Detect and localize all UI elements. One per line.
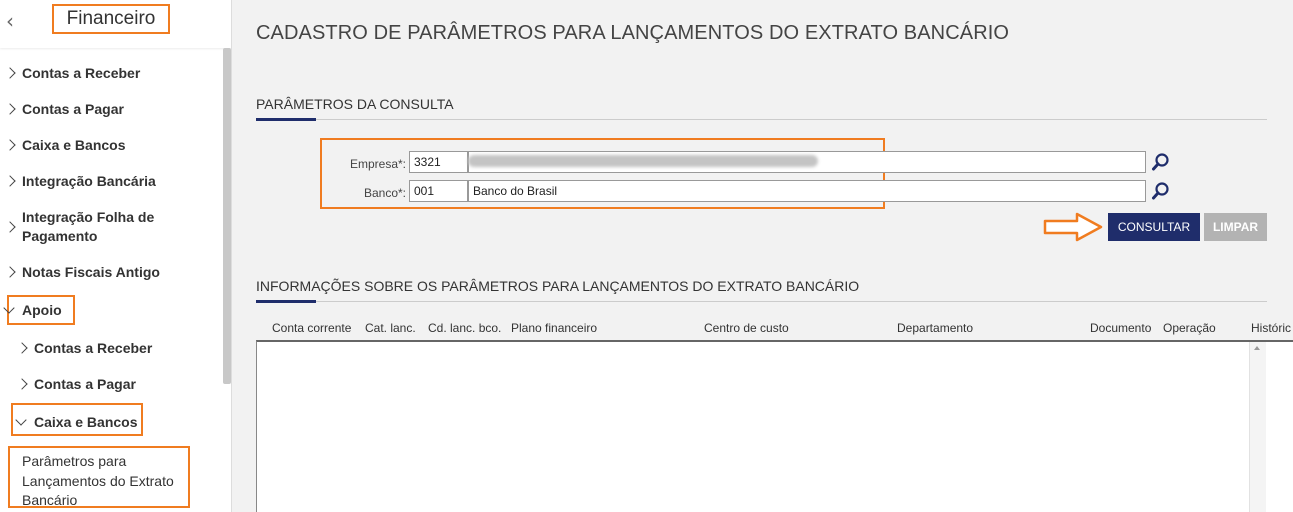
sidebar-item-label: Contas a Pagar	[22, 101, 124, 117]
scroll-up-icon[interactable]	[1254, 346, 1260, 350]
section-divider	[256, 301, 1267, 302]
consultar-button[interactable]: CONSULTAR	[1108, 213, 1200, 241]
redacted-company-name	[468, 155, 818, 167]
column-header-cat-lanc[interactable]: Cat. lanc.	[365, 321, 416, 335]
sidebar-item-label: Apoio	[22, 302, 62, 318]
chevron-left-icon[interactable]: ‹	[6, 10, 22, 32]
column-header-plano-financeiro[interactable]: Plano financeiro	[511, 321, 597, 335]
sidebar: ‹ Financeiro Contas a Receber Contas a P…	[0, 0, 232, 512]
section-title-query: PARÂMETROS DA CONSULTA	[256, 96, 454, 112]
sidebar-item-label: Notas Fiscais Antigo	[22, 264, 160, 280]
column-header-conta-corrente[interactable]: Conta corrente	[272, 321, 351, 335]
arrow-annotation-icon	[1043, 212, 1103, 242]
column-header-centro-de-custo[interactable]: Centro de custo	[704, 321, 789, 335]
banco-label: Banco*:	[363, 186, 406, 200]
section-title-info: INFORMAÇÕES SOBRE OS PARÂMETROS PARA LAN…	[256, 278, 860, 294]
sidebar-leaf-parametros-extrato[interactable]: Parâmetros para Lançamentos do Extrato B…	[22, 452, 182, 511]
page-title: CADASTRO DE PARÂMETROS PARA LANÇAMENTOS …	[256, 22, 1010, 44]
empresa-code-input[interactable]: 3321	[409, 151, 468, 173]
section-divider	[256, 119, 1267, 120]
sidebar-header: ‹ Financeiro	[0, 0, 231, 48]
section-accent	[256, 300, 316, 303]
sidebar-title: Financeiro	[52, 4, 170, 34]
sidebar-item-label: Integração Bancária	[22, 173, 156, 189]
limpar-button[interactable]: LIMPAR	[1204, 213, 1267, 241]
column-header-historico[interactable]: Históric	[1251, 321, 1291, 335]
empresa-label: Empresa*:	[349, 157, 406, 171]
grid-scrollbar[interactable]	[1249, 342, 1266, 512]
column-header-operacao[interactable]: Operação	[1163, 321, 1216, 335]
section-accent	[256, 118, 316, 121]
sidebar-item-label: Caixa e Bancos	[34, 414, 138, 430]
column-header-departamento[interactable]: Departamento	[897, 321, 973, 335]
sidebar-item-label: Contas a Receber	[22, 65, 141, 81]
sidebar-item-label: Contas a Pagar	[34, 376, 136, 392]
results-grid	[256, 340, 1293, 512]
sidebar-item-label: Contas a Receber	[34, 340, 153, 356]
sidebar-item-integracao-folha[interactable]: Integração Folha de Pagamento	[6, 208, 206, 248]
search-icon[interactable]	[1150, 151, 1172, 173]
sidebar-item-label: Integração Folha de Pagamento	[22, 209, 155, 244]
search-icon[interactable]	[1150, 180, 1172, 202]
banco-name-input[interactable]: Banco do Brasil	[468, 180, 1146, 202]
column-header-documento[interactable]: Documento	[1090, 321, 1151, 335]
sidebar-item-label: Caixa e Bancos	[22, 137, 126, 153]
sidebar-scrollbar[interactable]	[223, 48, 231, 384]
banco-code-input[interactable]: 001	[409, 180, 468, 202]
column-header-cd-lanc-bco[interactable]: Cd. lanc. bco.	[428, 321, 501, 335]
